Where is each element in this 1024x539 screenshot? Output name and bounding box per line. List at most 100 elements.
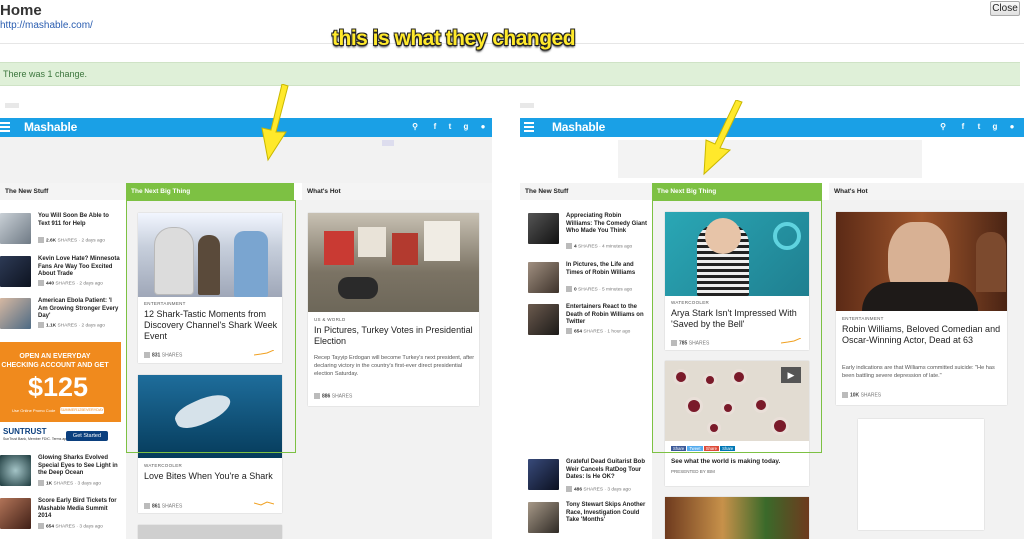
annotation-caption: this is what they changed bbox=[332, 27, 576, 50]
item-meta: 654 SHARES · 3 days ago bbox=[38, 523, 103, 529]
article-image bbox=[836, 212, 1007, 311]
google-plus-icon[interactable]: g bbox=[461, 122, 471, 132]
item-title[interactable]: Appreciating Robin Williams: The Comedy … bbox=[566, 213, 648, 236]
shares-label: SHARES bbox=[583, 487, 604, 493]
time-ago: 3 days ago bbox=[79, 524, 103, 530]
share-count: 1K bbox=[46, 481, 53, 487]
list-item[interactable]: Glowing Sharks Evolved Special Eyes to S… bbox=[0, 455, 120, 493]
list-item[interactable]: American Ebola Patient: 'I Am Growing St… bbox=[0, 298, 120, 336]
share-count: 654 bbox=[46, 524, 55, 530]
share-icon bbox=[842, 392, 848, 398]
article-card[interactable]: US & WORLD In Pictures, Turkey Votes in … bbox=[308, 213, 479, 406]
col-whats-hot-header: What's Hot bbox=[302, 183, 492, 200]
item-meta: 0 SHARES · 5 minutes ago bbox=[566, 286, 632, 292]
right-page-stamp bbox=[520, 103, 534, 108]
list-item[interactable]: Entertainers React to the Death of Robin… bbox=[528, 304, 648, 342]
article-title[interactable]: Robin Williams, Beloved Comedian and Osc… bbox=[842, 324, 1002, 346]
list-item[interactable]: Appreciating Robin Williams: The Comedy … bbox=[528, 213, 648, 251]
twitter-icon[interactable]: t bbox=[445, 122, 455, 132]
shares-label: SHARES bbox=[53, 481, 74, 487]
article-card[interactable] bbox=[665, 497, 809, 539]
annotation-arrow-icon bbox=[261, 84, 289, 162]
trend-sparkline-icon bbox=[254, 501, 274, 506]
shares-label: SHARES bbox=[161, 503, 183, 510]
col-next-big-thing-header: The Next Big Thing bbox=[652, 183, 822, 200]
facebook-icon[interactable]: f bbox=[430, 122, 440, 132]
item-title[interactable]: In Pictures, the Life and Times of Robin… bbox=[566, 262, 648, 277]
item-title[interactable]: Entertainers React to the Death of Robin… bbox=[566, 304, 648, 327]
menu-icon[interactable] bbox=[0, 122, 10, 133]
article-category: WATERCOOLER bbox=[144, 463, 183, 468]
shares-label: SHARES bbox=[860, 392, 882, 399]
list-item[interactable]: Score Early Bird Tickets for Mashable Me… bbox=[0, 498, 120, 536]
share-count: 440 bbox=[46, 281, 55, 287]
share-icon bbox=[38, 523, 44, 529]
article-meta: 886 SHARES bbox=[314, 393, 352, 399]
time-ago: 3 days ago bbox=[607, 487, 631, 493]
shares-label: SHARES bbox=[578, 244, 598, 250]
share-icon bbox=[314, 393, 320, 399]
article-image bbox=[665, 497, 809, 539]
article-image bbox=[308, 213, 479, 312]
col-next-big-thing-header: The Next Big Thing bbox=[126, 183, 294, 200]
article-card[interactable]: ENTERTAINMENT Robin Williams, Beloved Co… bbox=[836, 212, 1007, 405]
article-title[interactable]: Love Bites When You're a Shark bbox=[144, 471, 278, 482]
share-count: 4 bbox=[574, 244, 577, 250]
shares-label: SHARES bbox=[57, 323, 78, 329]
mashable-logo[interactable]: Mashable bbox=[552, 120, 605, 134]
time-ago: 2 days ago bbox=[81, 323, 105, 329]
item-title[interactable]: Score Early Bird Tickets for Mashable Me… bbox=[38, 498, 120, 521]
list-item[interactable]: Tony Stewart Skips Another Race, Investi… bbox=[528, 502, 648, 539]
user-icon[interactable]: ● bbox=[1007, 122, 1017, 132]
left-page-stamp bbox=[5, 103, 19, 108]
item-meta: 2.6K SHARES · 2 days ago bbox=[38, 237, 105, 243]
item-title[interactable]: Kevin Love Hate? Minnesota Fans Are Way … bbox=[38, 256, 120, 279]
change-banner: There was 1 change. bbox=[0, 62, 1020, 86]
item-title[interactable]: You Will Soon Be Able to Text 911 for He… bbox=[38, 213, 120, 228]
suntrust-ad[interactable]: OPEN AN EVERYDAY CHECKING ACCOUNT AND GE… bbox=[0, 342, 121, 446]
search-icon[interactable]: ⚲ bbox=[410, 122, 420, 132]
list-item[interactable]: In Pictures, the Life and Times of Robin… bbox=[528, 262, 648, 300]
user-icon[interactable]: ● bbox=[478, 122, 488, 132]
share-icon bbox=[566, 286, 572, 292]
close-button[interactable]: Close bbox=[990, 1, 1020, 16]
list-item[interactable]: Grateful Dead Guitarist Bob Weir Cancels… bbox=[528, 459, 648, 497]
share-icon bbox=[566, 243, 572, 249]
change-highlight-box bbox=[126, 200, 296, 453]
item-title[interactable]: Tony Stewart Skips Another Race, Investi… bbox=[566, 502, 648, 525]
item-title[interactable]: American Ebola Patient: 'I Am Growing St… bbox=[38, 298, 120, 321]
ad-amount: $125 bbox=[28, 372, 89, 402]
article-title[interactable]: In Pictures, Turkey Votes in Presidentia… bbox=[314, 325, 474, 347]
article-description: Recep Tayyip Erdogan will become Turkey'… bbox=[314, 355, 475, 377]
search-icon[interactable]: ⚲ bbox=[938, 122, 948, 132]
video-caption[interactable]: See what the world is making today. bbox=[671, 458, 780, 465]
google-plus-icon[interactable]: g bbox=[990, 122, 1000, 132]
share-count: 861 bbox=[152, 503, 161, 510]
ad-placeholder bbox=[858, 419, 984, 530]
time-ago: 5 minutes ago bbox=[602, 287, 633, 293]
article-category: ENTERTAINMENT bbox=[842, 316, 884, 321]
list-item[interactable]: You Will Soon Be Able to Text 911 for He… bbox=[0, 213, 120, 251]
twitter-icon[interactable]: t bbox=[974, 122, 984, 132]
facebook-icon[interactable]: f bbox=[958, 122, 968, 132]
item-thumbnail bbox=[528, 304, 559, 335]
shares-label: SHARES bbox=[578, 287, 598, 293]
item-title[interactable]: Grateful Dead Guitarist Bob Weir Cancels… bbox=[566, 459, 648, 482]
share-icon bbox=[144, 503, 150, 509]
item-title[interactable]: Glowing Sharks Evolved Special Eyes to S… bbox=[38, 455, 120, 478]
ad-disclaimer: SunTrust Bank, Member FDIC. Terms apply. bbox=[3, 437, 72, 441]
list-item[interactable]: Kevin Love Hate? Minnesota Fans Are Way … bbox=[0, 256, 120, 294]
item-meta: 654 SHARES · 1 hour ago bbox=[566, 328, 630, 334]
ad-get-started-button[interactable]: Get Started bbox=[66, 431, 108, 441]
page-url-link[interactable]: http://mashable.com/ bbox=[0, 20, 93, 31]
adchoices-icon[interactable] bbox=[382, 140, 394, 146]
mashable-logo[interactable]: Mashable bbox=[24, 120, 77, 134]
article-card[interactable] bbox=[138, 525, 282, 539]
col-new-stuff-header: The New Stuff bbox=[520, 183, 652, 200]
item-meta: 1.1K SHARES · 2 days ago bbox=[38, 322, 105, 328]
change-highlight-box bbox=[652, 200, 822, 453]
time-ago: 2 days ago bbox=[79, 281, 103, 287]
ad-promo-label: Use Online Promo Code bbox=[12, 408, 56, 413]
menu-icon[interactable] bbox=[524, 122, 534, 133]
shares-label: SHARES bbox=[55, 524, 76, 530]
